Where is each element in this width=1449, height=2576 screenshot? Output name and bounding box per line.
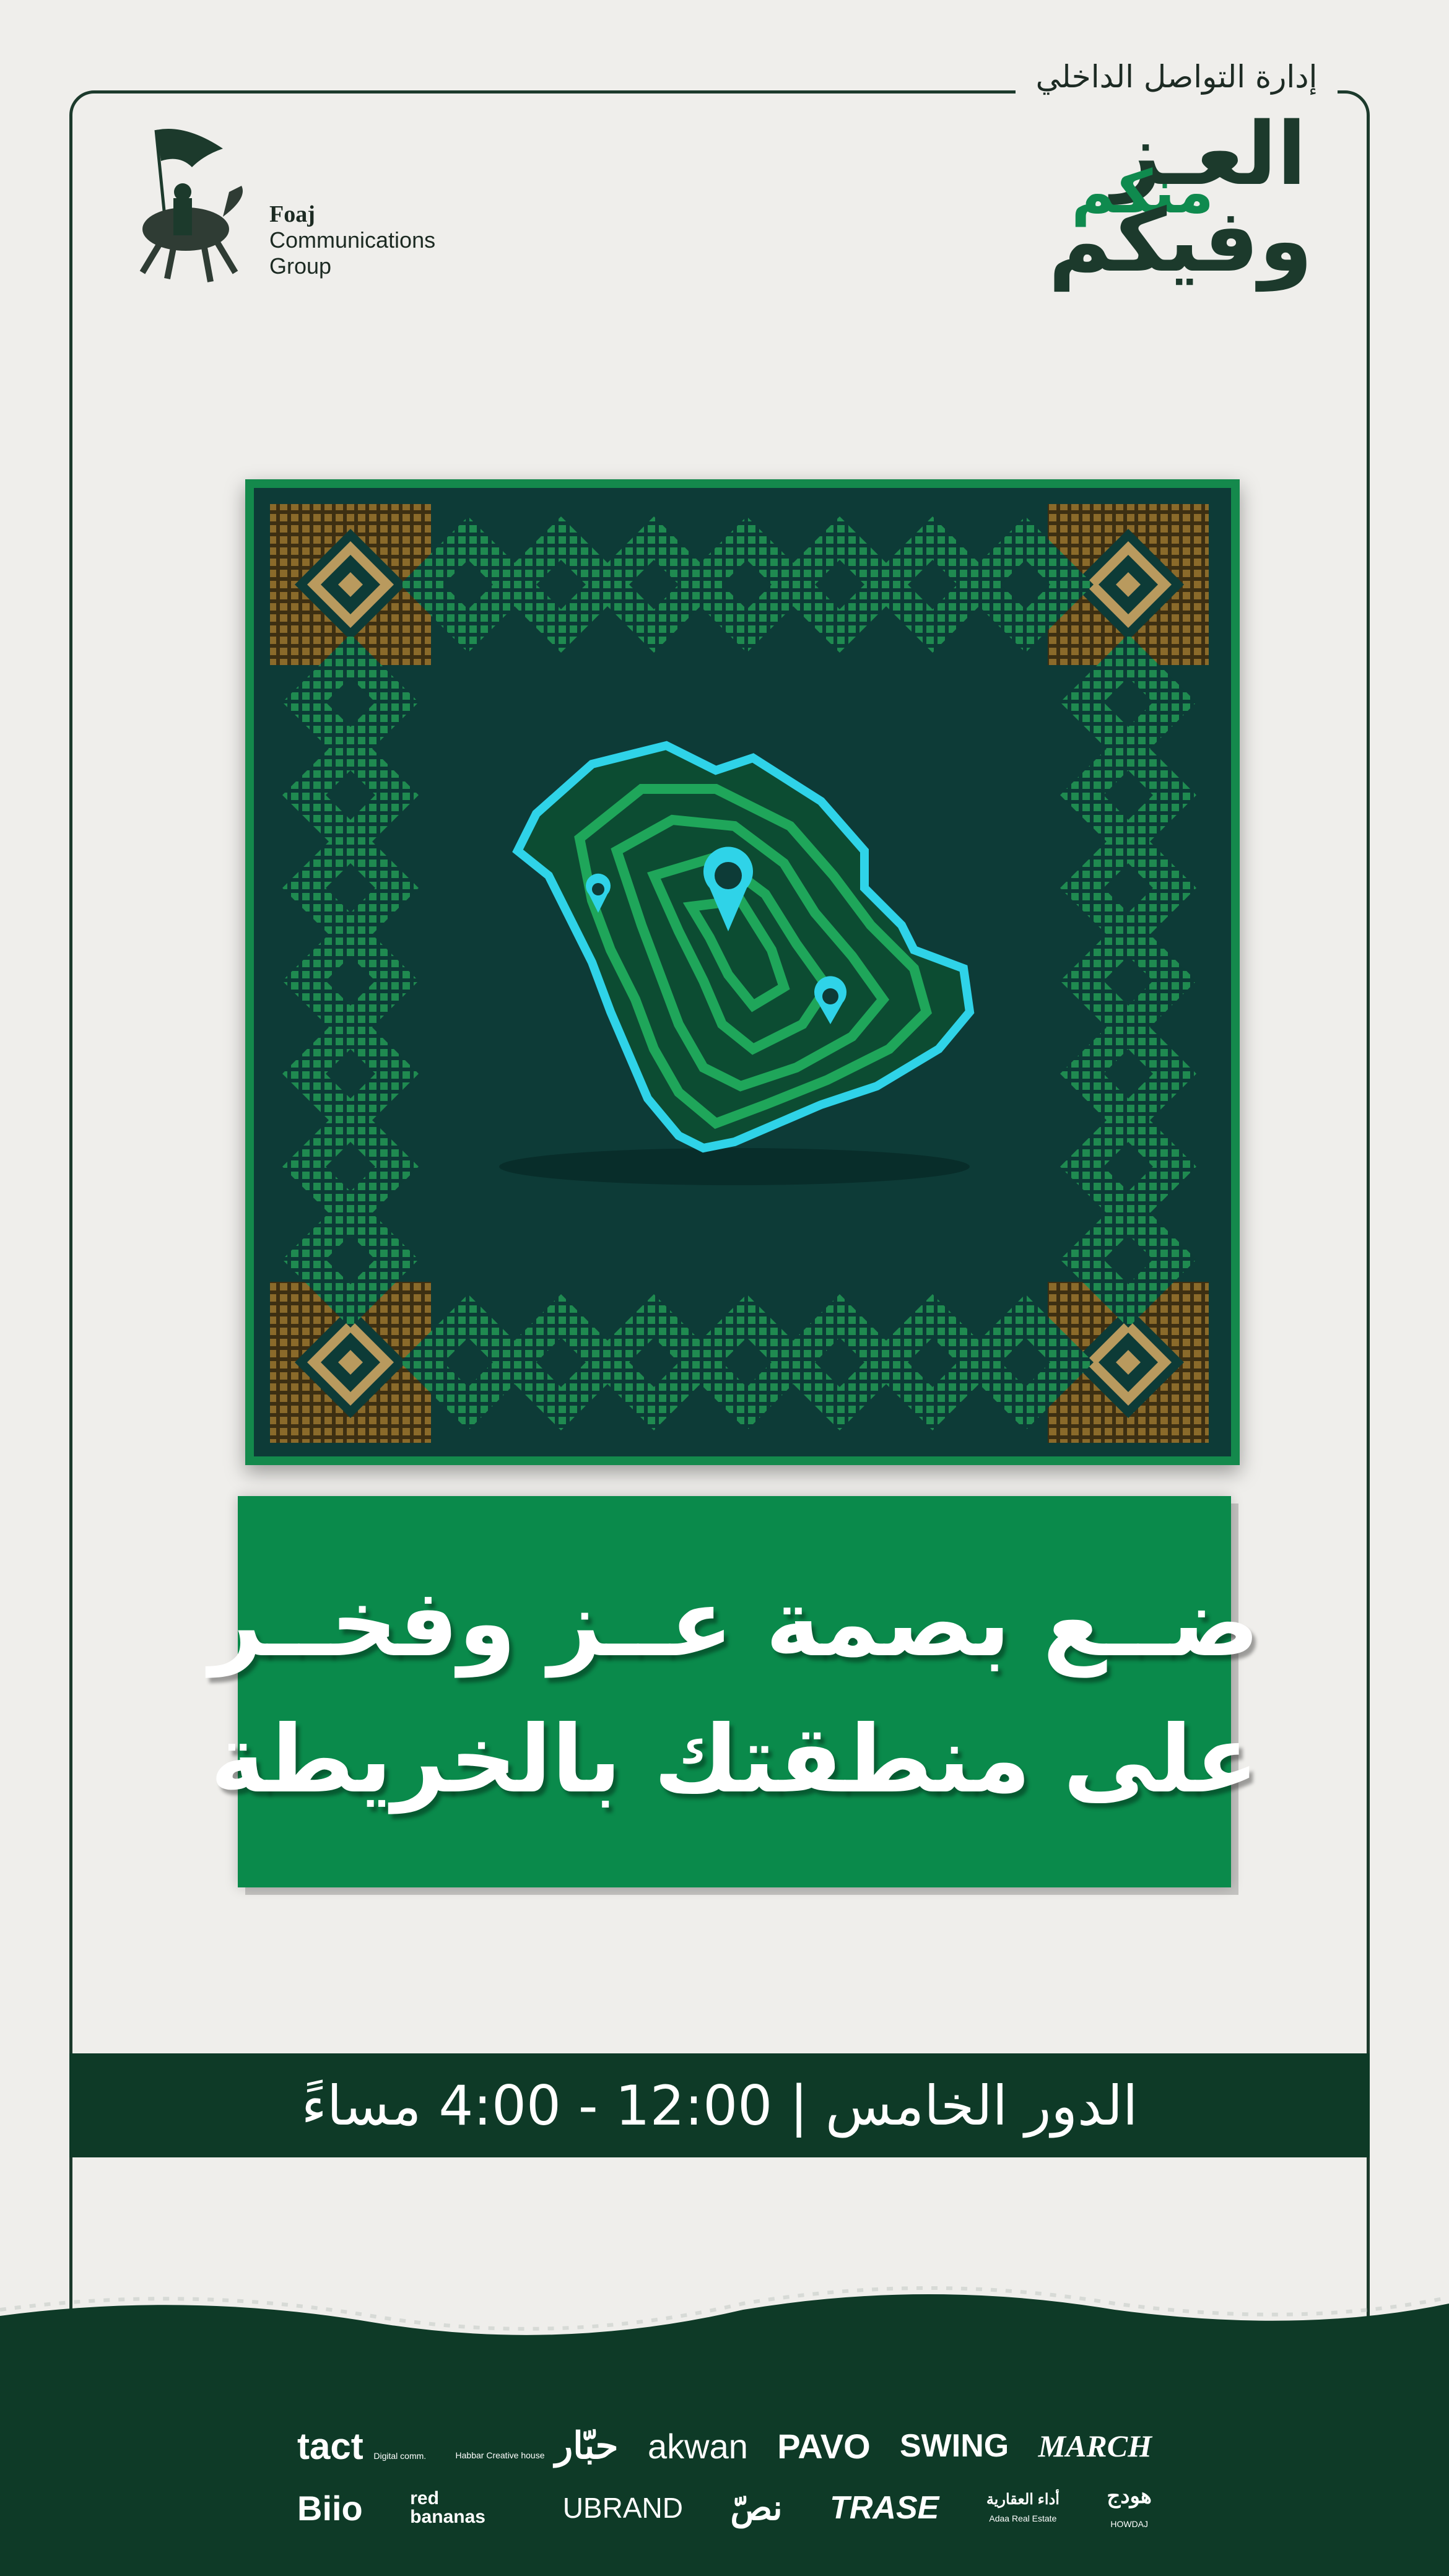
sponsor-biio: Biio [297, 2488, 363, 2528]
headline-banner: ضــع بصمة عــز وفخــر على منطقتك بالخريط… [209, 1496, 1260, 1887]
headline-line1: ضــع بصمة عــز وفخــر [209, 1570, 1260, 1677]
sponsor-adaa: أداء العقارية Adaa Real Estate [986, 2491, 1060, 2523]
company-name-line3: Group [269, 253, 332, 279]
campaign-line3: وفيكم [1048, 191, 1313, 292]
event-time-bar: الدور الخامس | 12:00 - 4:00 مساءً [69, 2053, 1370, 2157]
sponsor-habbar: Habbar Creative house حبّار [455, 2425, 619, 2466]
department-label: إدارة التواصل الداخلي [1035, 59, 1318, 95]
sponsor-ubrand: UBRAND [562, 2492, 683, 2524]
sponsor-tact: tact Digital comm. [297, 2425, 427, 2467]
sponsor-pavo: PAVO [777, 2426, 871, 2466]
sponsor-howdaj: هودج HOWDAJ [1107, 2484, 1152, 2529]
sponsor-swing: SWING [899, 2428, 1009, 2464]
event-details: الدور الخامس | 12:00 - 4:00 مساءً [301, 2073, 1138, 2138]
company-name-line2: Communications [269, 227, 436, 253]
sponsor-row-1: tact Digital comm. Habbar Creative house… [297, 2415, 1152, 2477]
sponsor-logos: tact Digital comm. Habbar Creative house… [297, 2415, 1152, 2551]
sponsor-akwan: akwan [648, 2426, 748, 2466]
sponsor-march: MARCH [1038, 2429, 1152, 2463]
sponsor-row-2: Biio red bananas UBRAND نصّ TRASE أداء ا… [297, 2477, 1152, 2539]
sponsor-nas: نصّ [730, 2488, 783, 2527]
company-name: Foaj Communications Group [269, 201, 435, 279]
sponsor-red-bananas: red bananas [410, 2488, 485, 2527]
map-artwork [245, 479, 1240, 1465]
company-name-line1: Foaj [269, 201, 315, 227]
campaign-logo: العـز منكم وفيكم [978, 111, 1325, 285]
knight-flag-icon [139, 129, 243, 282]
foaj-logo: Foaj Communications Group [118, 118, 464, 291]
sponsor-trase: TRASE [830, 2490, 939, 2526]
headline-line2: على منطقتك بالخريطة [210, 1706, 1259, 1814]
